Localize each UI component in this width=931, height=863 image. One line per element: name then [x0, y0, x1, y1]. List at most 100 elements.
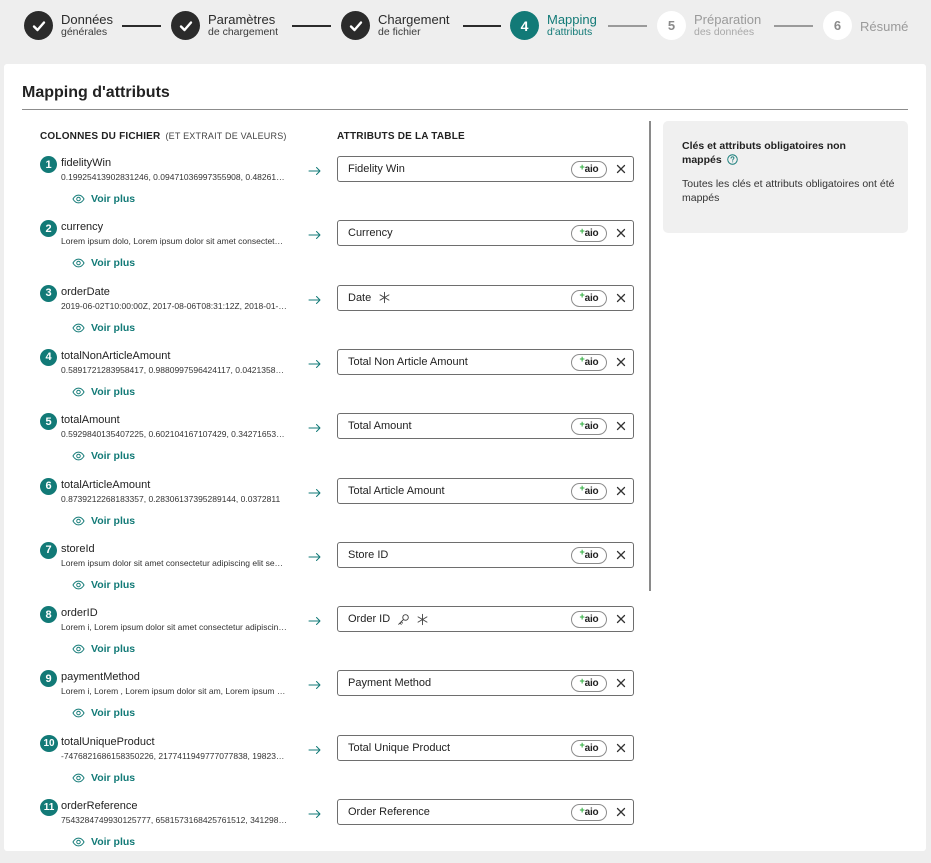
- step-chargement-fichier[interactable]: Chargement de fichier: [341, 11, 450, 40]
- attribute-select[interactable]: Total Amount + aio: [337, 413, 634, 440]
- step-connector: [292, 25, 331, 27]
- attribute-select[interactable]: Order Reference + aio: [337, 799, 634, 825]
- step-title: Paramètres: [208, 11, 276, 27]
- attribute-select[interactable]: Total Article Amount + aio: [337, 477, 634, 504]
- clear-icon[interactable]: [615, 227, 627, 239]
- file-column-name: paymentMethod: [61, 671, 140, 684]
- row-number: 6: [40, 477, 57, 495]
- see-more-link[interactable]: Voir plus: [72, 772, 135, 784]
- see-more-link[interactable]: Voir plus: [72, 257, 135, 269]
- row-number: 9: [40, 670, 57, 688]
- see-more-link[interactable]: Voir plus: [72, 836, 135, 848]
- aio-plus: +: [579, 483, 585, 493]
- attribute-select[interactable]: Fidelity Win + aio: [337, 156, 634, 182]
- clear-icon[interactable]: [615, 485, 627, 497]
- aio-label: aio: [584, 164, 599, 175]
- eye-icon: [72, 837, 85, 847]
- step-number: 6: [823, 11, 852, 40]
- attribute-select[interactable]: Store ID + aio: [337, 541, 634, 568]
- file-columns-header: COLONNES DU FICHIER (ET EXTRAIT DE VALEU…: [40, 131, 287, 142]
- clear-icon[interactable]: [615, 549, 627, 561]
- step-title: Mapping: [547, 11, 597, 27]
- clear-icon[interactable]: [615, 163, 627, 175]
- step-subtitle: d'attributs: [547, 25, 593, 38]
- aio-plus: +: [579, 804, 585, 815]
- aio-plus: +: [579, 290, 585, 301]
- see-more-link[interactable]: Voir plus: [72, 193, 135, 205]
- attribute-select[interactable]: Date + aio: [337, 284, 634, 311]
- see-more-label: Voir plus: [91, 321, 136, 334]
- attribute-value: Fidelity Win: [348, 163, 405, 175]
- attribute-value: Store ID: [348, 548, 389, 561]
- clear-icon[interactable]: [615, 613, 627, 625]
- arrow-right-icon: [308, 359, 321, 368]
- mapping-row: 9 paymentMethod Lorem i, Lorem , Lorem i…: [40, 670, 640, 734]
- attribute-select[interactable]: Total Non Article Amount + aio: [337, 348, 634, 375]
- attribute-select[interactable]: Order ID + aio: [337, 606, 634, 633]
- arrow-right-icon: [308, 167, 321, 175]
- attribute-value: Payment Method: [348, 677, 432, 690]
- aio-badge: + aio: [571, 289, 607, 307]
- clear-icon[interactable]: [615, 420, 627, 432]
- see-more-link[interactable]: Voir plus: [72, 450, 135, 462]
- file-column-name: totalUniqueProduct: [61, 735, 155, 748]
- step-donnees-generales[interactable]: Données générales: [24, 11, 113, 40]
- see-more-link[interactable]: Voir plus: [72, 386, 135, 398]
- step-mapping-attributs[interactable]: 4 Mapping d'attributs: [510, 11, 597, 40]
- see-more-link[interactable]: Voir plus: [72, 643, 135, 655]
- mapping-row: 8 orderID Lorem i, Lorem ipsum dolor sit…: [40, 606, 640, 670]
- file-column-name: orderID: [61, 607, 98, 620]
- file-column-values: Lorem ipsum dolo, Lorem ipsum dolor sit …: [61, 236, 287, 247]
- see-more-link[interactable]: Voir plus: [72, 579, 135, 591]
- row-number: 7: [40, 541, 57, 559]
- attribute-select[interactable]: Currency + aio: [337, 220, 634, 247]
- mapping-row: 1 fidelityWin 0.19925413902831246, 0.094…: [40, 156, 640, 220]
- attribute-select[interactable]: Payment Method + aio: [337, 670, 634, 697]
- help-icon[interactable]: [726, 154, 738, 165]
- step-number: 5: [657, 11, 686, 40]
- aio-badge: + aio: [571, 546, 607, 564]
- step-resume[interactable]: 6 Résumé: [823, 11, 908, 40]
- aio-label: aio: [584, 807, 599, 818]
- see-more-link[interactable]: Voir plus: [72, 707, 135, 719]
- aio-label: aio: [584, 678, 599, 690]
- file-column-name: orderReference: [61, 800, 138, 812]
- aio-badge: + aio: [571, 225, 607, 243]
- attribute-flags: [378, 291, 397, 304]
- step-number: 4: [510, 11, 539, 40]
- aio-plus: +: [579, 225, 585, 236]
- see-more-link[interactable]: Voir plus: [72, 322, 135, 334]
- attribute-value: Total Unique Product: [348, 741, 451, 754]
- aio-badge: + aio: [571, 804, 607, 821]
- clear-icon[interactable]: [615, 292, 627, 304]
- clear-icon[interactable]: [615, 806, 627, 818]
- aio-plus: +: [579, 354, 585, 365]
- clear-icon[interactable]: [615, 356, 627, 368]
- row-number: 1: [40, 156, 57, 173]
- step-connector: [463, 25, 501, 27]
- clear-icon[interactable]: [615, 742, 627, 754]
- see-more-label: Voir plus: [91, 707, 136, 720]
- step-subtitle: des données: [694, 25, 755, 38]
- attribute-flags: [397, 613, 435, 626]
- mapping-row: 5 totalAmount 0.5929840135407225, 0.6021…: [40, 413, 640, 477]
- see-more-link[interactable]: Voir plus: [72, 515, 135, 527]
- required-icon: [417, 613, 428, 625]
- see-more-label: Voir plus: [91, 836, 136, 848]
- attribute-select[interactable]: Total Unique Product + aio: [337, 734, 634, 761]
- clear-icon[interactable]: [615, 677, 627, 689]
- arrow-right-icon: [308, 295, 321, 304]
- file-column-values: Lorem i, Lorem ipsum dolor sit amet cons…: [61, 622, 287, 633]
- eye-icon: [72, 258, 85, 268]
- mapping-row: 4 totalNonArticleAmount 0.58917212839584…: [40, 348, 640, 413]
- title-divider: [22, 109, 908, 110]
- step-preparation-donnees[interactable]: 5 Préparation des données: [657, 11, 761, 40]
- file-column-name: orderDate: [61, 285, 110, 298]
- step-parametres-chargement[interactable]: Paramètres de chargement: [171, 11, 278, 40]
- step-title: Chargement: [378, 11, 450, 27]
- file-column-name: totalNonArticleAmount: [61, 349, 171, 362]
- row-number: 3: [40, 284, 57, 302]
- arrow-right-icon: [308, 552, 321, 561]
- see-more-label: Voir plus: [91, 643, 136, 656]
- eye-icon: [72, 580, 85, 590]
